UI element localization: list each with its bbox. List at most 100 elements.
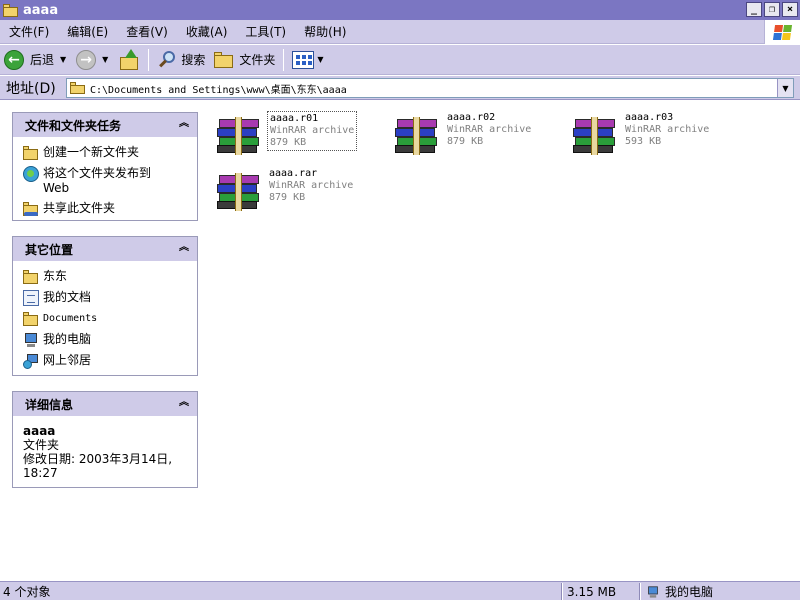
- toolbar: ← 后退 ▼ → ▼ 搜索 文件夹 ▼: [0, 45, 800, 75]
- file-size: 879 KB: [269, 192, 306, 203]
- collapse-chevron-icon[interactable]: ︽: [177, 397, 191, 411]
- folder-icon: [3, 3, 19, 17]
- menu-file[interactable]: 文件(F): [0, 23, 58, 40]
- file-type: WinRAR archive: [447, 124, 532, 135]
- file-list[interactable]: aaaa.r01 WinRAR archive 879 KB aaaa.r02 …: [210, 101, 800, 581]
- folder-icon: [70, 82, 86, 94]
- new-folder-icon: [23, 145, 39, 161]
- status-size: 3.15 MB: [567, 584, 617, 599]
- search-label: 搜索: [181, 53, 206, 67]
- file-name: aaaa.r01: [270, 113, 319, 124]
- back-button[interactable]: ← 后退 ▼: [0, 47, 72, 73]
- file-info: aaaa.r01 WinRAR archive 879 KB: [267, 111, 358, 151]
- menu-favorites[interactable]: 收藏(A): [177, 23, 237, 40]
- share-folder-icon: [23, 201, 39, 217]
- file-tasks-title: 文件和文件夹任务: [25, 118, 122, 133]
- address-label: 地址(D): [6, 80, 56, 97]
- file-item[interactable]: aaaa.rar WinRAR archive 879 KB: [217, 167, 355, 211]
- menu-help[interactable]: 帮助(H): [295, 23, 355, 40]
- file-name: aaaa.r02: [447, 112, 496, 123]
- close-button[interactable]: ×: [782, 2, 798, 17]
- folder-icon: [23, 269, 39, 285]
- place-my-computer[interactable]: 我的电脑: [23, 332, 189, 348]
- folder-up-icon: [118, 48, 140, 71]
- views-button[interactable]: ▼: [288, 47, 329, 73]
- details-type: 文件夹: [23, 438, 60, 452]
- toolbar-separator: [283, 48, 285, 71]
- place-my-documents[interactable]: 我的文档: [23, 290, 189, 306]
- window-title: aaaa: [23, 2, 59, 18]
- other-places-panel: 其它位置 ︽ 东东 我的文档 Documents 我的电脑 网上邻居: [12, 236, 198, 376]
- other-places-title: 其它位置: [25, 242, 74, 257]
- title-bar[interactable]: aaaa _ ❐ ×: [0, 0, 800, 20]
- up-button[interactable]: [114, 47, 144, 73]
- status-bar: 4 个对象 3.15 MB 我的电脑: [0, 581, 800, 600]
- file-tasks-header[interactable]: 文件和文件夹任务 ︽: [13, 113, 197, 137]
- menu-view[interactable]: 查看(V): [117, 23, 177, 40]
- place-documents[interactable]: Documents: [23, 311, 189, 327]
- publish-web-icon: [23, 166, 39, 182]
- place-dongdong[interactable]: 东东: [23, 269, 189, 285]
- file-info: aaaa.r03 WinRAR archive 593 KB: [623, 111, 711, 149]
- file-info: aaaa.rar WinRAR archive 879 KB: [267, 167, 355, 205]
- file-item[interactable]: aaaa.r02 WinRAR archive 879 KB: [395, 111, 533, 155]
- winrar-archive-icon: [217, 173, 261, 211]
- place-label: 我的文档: [43, 290, 92, 304]
- winrar-archive-icon: [395, 117, 439, 155]
- task-new-folder[interactable]: 创建一个新文件夹: [23, 145, 189, 161]
- menu-tools[interactable]: 工具(T): [236, 23, 295, 40]
- file-type: WinRAR archive: [625, 124, 710, 135]
- collapse-chevron-icon[interactable]: ︽: [177, 242, 191, 256]
- file-type: WinRAR archive: [269, 180, 354, 191]
- status-divider: [639, 583, 641, 600]
- file-name: aaaa.r03: [625, 112, 674, 123]
- collapse-chevron-icon[interactable]: ︽: [177, 118, 191, 132]
- minimize-button[interactable]: _: [746, 2, 762, 17]
- place-label: 东东: [43, 269, 68, 283]
- folders-label: 文件夹: [239, 53, 276, 67]
- forward-arrow-icon: →: [76, 49, 97, 70]
- place-network[interactable]: 网上邻居: [23, 353, 189, 369]
- views-dropdown-icon[interactable]: ▼: [317, 55, 323, 64]
- file-item[interactable]: aaaa.r01 WinRAR archive 879 KB: [217, 111, 358, 155]
- task-label: 创建一个新文件夹: [43, 145, 140, 159]
- back-arrow-icon: ←: [4, 49, 24, 70]
- file-info: aaaa.r02 WinRAR archive 879 KB: [445, 111, 533, 149]
- other-places-header[interactable]: 其它位置 ︽: [13, 237, 197, 261]
- file-size: 879 KB: [270, 137, 307, 148]
- address-value: C:\Documents and Settings\www\桌面\东东\aaaa: [90, 84, 347, 96]
- details-name: aaaa: [23, 424, 56, 438]
- task-share-folder[interactable]: 共享此文件夹: [23, 201, 189, 217]
- my-documents-icon: [23, 290, 39, 306]
- window-controls: _ ❐ ×: [746, 2, 798, 17]
- search-icon: [157, 50, 177, 70]
- status-zone: 我的电脑: [642, 583, 798, 600]
- folders-icon: [213, 51, 235, 69]
- status-location: 我的电脑: [665, 585, 714, 599]
- back-dropdown-icon[interactable]: ▼: [60, 55, 66, 64]
- windows-logo-icon: [764, 20, 800, 44]
- back-label: 后退: [30, 53, 55, 67]
- winrar-archive-icon: [573, 117, 617, 155]
- task-pane: 文件和文件夹任务 ︽ 创建一个新文件夹 将这个文件夹发布到Web 共享此文件夹 …: [0, 101, 210, 581]
- task-publish-web[interactable]: 将这个文件夹发布到Web: [23, 166, 189, 196]
- task-label: 共享此文件夹: [43, 201, 116, 215]
- restore-button[interactable]: ❐: [764, 2, 780, 17]
- file-type: WinRAR archive: [270, 125, 355, 136]
- place-label: 我的电脑: [43, 332, 92, 346]
- address-input[interactable]: C:\Documents and Settings\www\桌面\东东\aaaa…: [66, 78, 794, 98]
- status-count: 4 个对象: [3, 585, 51, 599]
- details-modified: 修改日期: 2003年3月14日, 18:27: [23, 452, 173, 480]
- forward-dropdown-icon[interactable]: ▼: [102, 55, 108, 64]
- place-label: Documents: [43, 313, 98, 324]
- file-item[interactable]: aaaa.r03 WinRAR archive 593 KB: [573, 111, 711, 155]
- search-button[interactable]: 搜索: [153, 47, 209, 73]
- address-dropdown-button[interactable]: ▼: [777, 79, 793, 97]
- folder-icon: [23, 311, 39, 327]
- menu-edit[interactable]: 编辑(E): [58, 23, 117, 40]
- place-label: 网上邻居: [43, 353, 92, 367]
- details-header[interactable]: 详细信息 ︽: [13, 392, 197, 416]
- forward-button[interactable]: → ▼: [72, 47, 114, 73]
- file-size: 879 KB: [447, 136, 484, 147]
- folders-button[interactable]: 文件夹: [209, 47, 279, 73]
